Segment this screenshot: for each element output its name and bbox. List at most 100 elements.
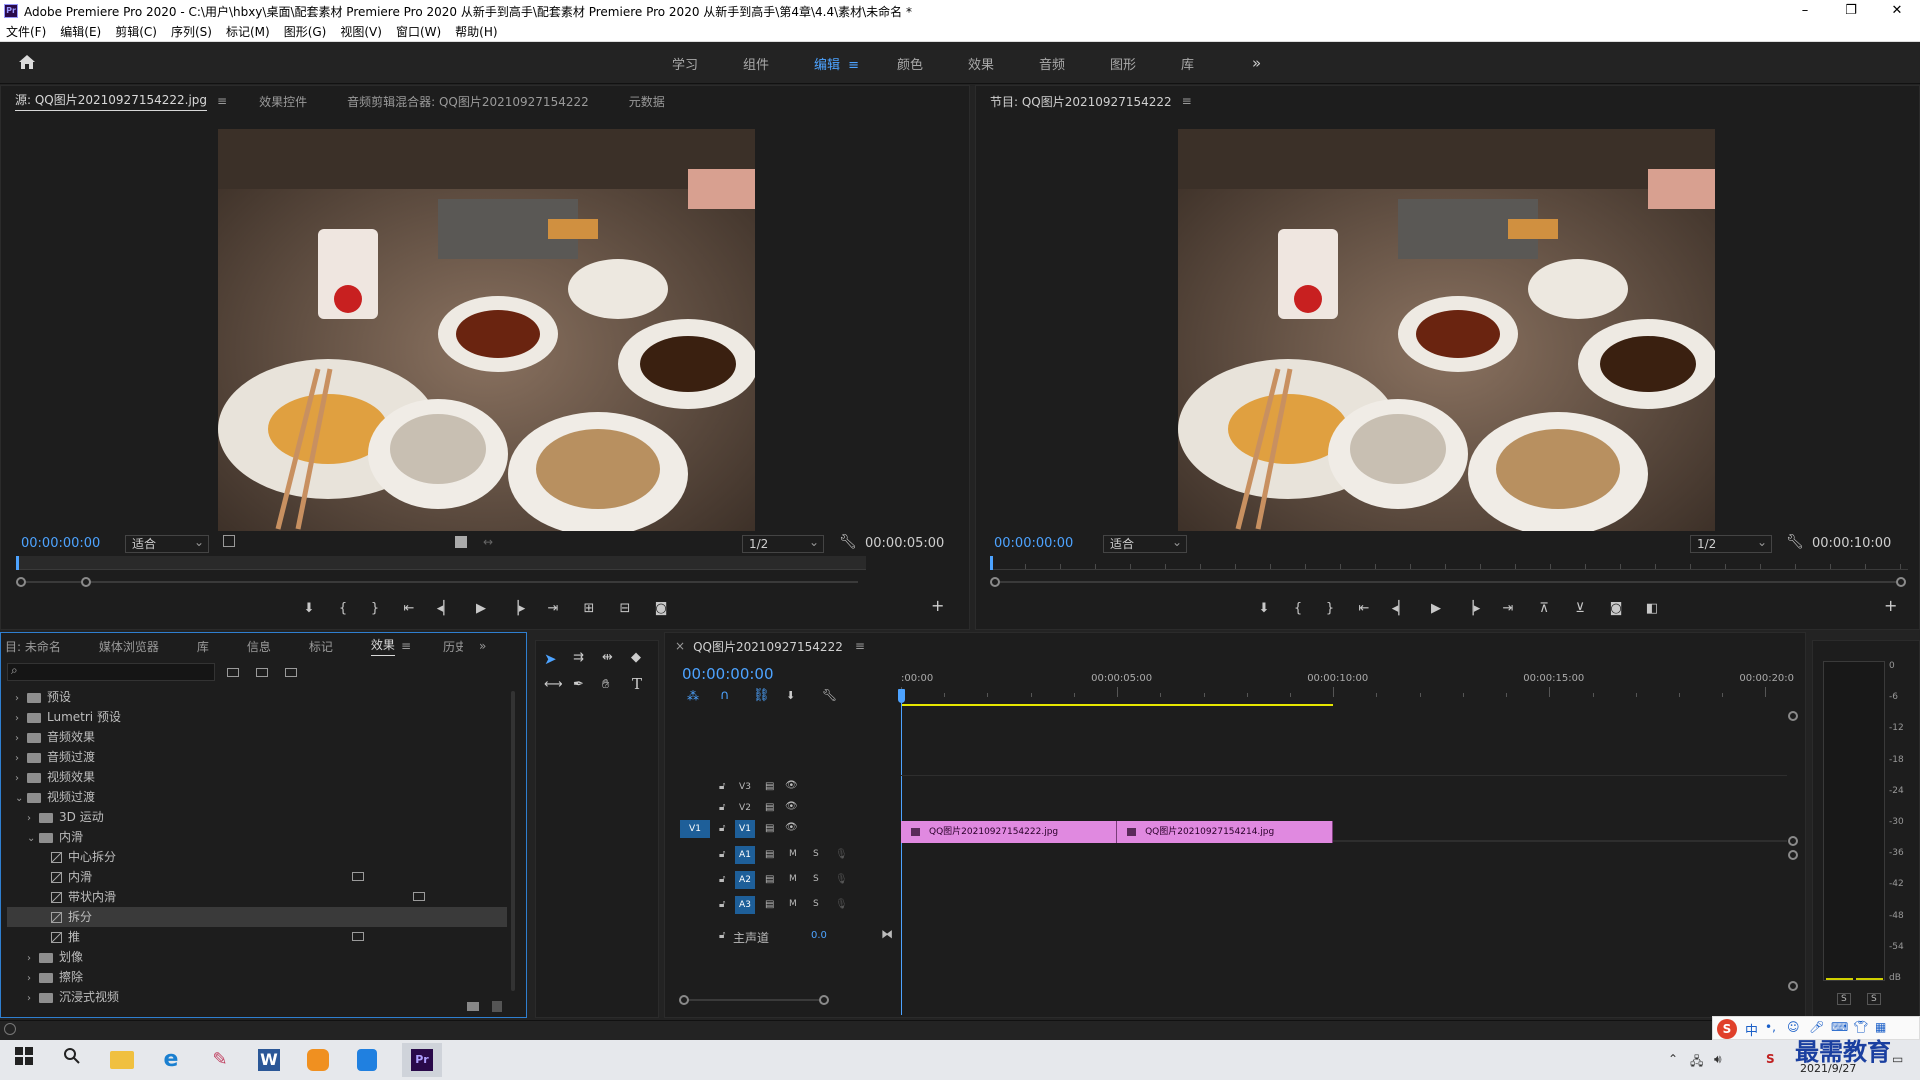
- ripple-edit-tool-icon[interactable]: ⇹: [602, 650, 613, 665]
- source-zoom-scrollbar[interactable]: [16, 577, 866, 587]
- track-lock-icon[interactable]: 🔓︎: [719, 899, 725, 910]
- track-target-a2[interactable]: A2: [735, 871, 755, 889]
- menu-edit[interactable]: 编辑(E): [60, 23, 101, 40]
- mute-button[interactable]: M: [789, 899, 797, 909]
- toggle-output-eye-icon[interactable]: 👁︎: [785, 801, 798, 812]
- track-target-a3[interactable]: A3: [735, 896, 755, 914]
- effects-folder[interactable]: › Lumetri 预设: [7, 707, 507, 727]
- effects-folder[interactable]: ⌄ 内滑: [7, 827, 507, 847]
- program-go-to-out-icon[interactable]: ⇥: [1490, 601, 1526, 616]
- effects-folder[interactable]: › 3D 运动: [7, 807, 507, 827]
- tab-metadata[interactable]: 元数据: [629, 93, 665, 110]
- tray-chevron-icon[interactable]: ⌃: [1668, 1052, 1678, 1066]
- sync-lock-icon[interactable]: ▤: [765, 874, 774, 885]
- word-app-icon[interactable]: W: [255, 1046, 283, 1074]
- source-drag-audio-icon[interactable]: ↔: [483, 535, 493, 549]
- razor-tool-icon[interactable]: ◆: [631, 650, 641, 665]
- add-marker-icon[interactable]: ⬇︎: [291, 601, 327, 616]
- program-zoom-handle-left[interactable]: [990, 577, 1000, 587]
- sogou-ime-icon[interactable]: S: [1717, 1019, 1737, 1039]
- type-tool-icon[interactable]: T: [632, 675, 642, 693]
- source-zoom-handle-left[interactable]: [16, 577, 26, 587]
- track-target-v3[interactable]: V3: [735, 778, 755, 796]
- lift-icon[interactable]: ⊼: [1526, 601, 1562, 616]
- mark-out-icon[interactable]: }: [359, 601, 391, 616]
- toggle-output-eye-icon[interactable]: 👁︎: [785, 780, 798, 791]
- program-playhead-timecode[interactable]: 00:00:00:00: [994, 536, 1073, 551]
- menu-sequence[interactable]: 序列(S): [171, 23, 212, 40]
- tab-history[interactable]: 历史: [443, 638, 463, 655]
- extract-icon[interactable]: ⊻: [1562, 601, 1598, 616]
- program-go-to-in-icon[interactable]: ⇤: [1346, 601, 1382, 616]
- program-zoom-scrollbar[interactable]: [990, 577, 1908, 587]
- voice-over-mic-icon[interactable]: 🎙︎: [835, 849, 848, 860]
- master-go-to-end-icon[interactable]: ⧓: [881, 927, 893, 941]
- program-export-frame-camera-icon[interactable]: ◙: [1598, 601, 1634, 616]
- effects-folder[interactable]: › 擦除: [7, 967, 507, 987]
- tab-project[interactable]: 目: 未命名: [5, 638, 61, 655]
- master-lock-icon[interactable]: 🔓︎: [719, 930, 725, 941]
- insert-icon[interactable]: ⊞: [571, 601, 607, 616]
- mute-button[interactable]: M: [789, 849, 797, 859]
- minimize-button[interactable]: –: [1782, 0, 1828, 22]
- play-icon[interactable]: ▶: [463, 601, 499, 616]
- track-lock-icon[interactable]: 🔓︎: [719, 849, 725, 860]
- source-settings-wrench-icon[interactable]: 🔧︎: [839, 534, 857, 550]
- sync-lock-icon[interactable]: ▤: [765, 849, 774, 860]
- program-playhead[interactable]: [990, 556, 993, 570]
- solo-button[interactable]: S: [813, 849, 819, 859]
- panel-tabs-more-icon[interactable]: »: [479, 639, 486, 653]
- ime-tray-icon[interactable]: S: [1766, 1052, 1775, 1066]
- network-tray-icon[interactable]: 🖧︎: [1690, 1052, 1703, 1073]
- pen-tool-icon[interactable]: ✒︎: [573, 677, 584, 692]
- program-time-ruler[interactable]: [990, 556, 1908, 570]
- track-target-a1[interactable]: A1: [735, 846, 755, 864]
- menu-file[interactable]: 文件(F): [6, 23, 46, 40]
- chevron-right-icon[interactable]: ›: [15, 749, 27, 769]
- menu-window[interactable]: 窗口(W): [396, 23, 441, 40]
- edge-browser-icon[interactable]: e: [157, 1046, 185, 1074]
- track-select-tool-icon[interactable]: ⇉: [573, 650, 584, 665]
- sync-lock-icon[interactable]: ▤: [765, 899, 774, 910]
- effect-item[interactable]: 内滑: [7, 867, 507, 887]
- menu-clip[interactable]: 剪辑(C): [115, 23, 157, 40]
- workspace-tab-graphics[interactable]: 图形: [1110, 54, 1158, 73]
- workspace-more-icon[interactable]: »: [1252, 54, 1300, 72]
- program-settings-wrench-icon[interactable]: 🔧︎: [1786, 534, 1804, 550]
- chevron-right-icon[interactable]: ›: [27, 989, 39, 1007]
- source-zoom-handle-right[interactable]: [81, 577, 91, 587]
- timeline-clip[interactable]: QQ图片20210927154214.jpg: [1117, 821, 1334, 843]
- effects-folder[interactable]: › 预设: [7, 687, 507, 707]
- solo-left-button[interactable]: S: [1837, 993, 1851, 1005]
- effects-search-field[interactable]: ⌕: [7, 663, 215, 681]
- effect-item[interactable]: 拆分: [7, 907, 507, 927]
- solo-button[interactable]: S: [813, 874, 819, 884]
- source-patch-v1[interactable]: V1: [680, 820, 710, 838]
- go-to-in-icon[interactable]: ⇤: [391, 601, 427, 616]
- tab-source[interactable]: 源: QQ图片20210927154222.jpg: [15, 91, 208, 111]
- program-fit-dropdown[interactable]: 适合: [1103, 534, 1187, 553]
- tab-effects[interactable]: 效果: [370, 636, 395, 656]
- menu-graphics[interactable]: 图形(G): [284, 23, 327, 40]
- source-drag-video-icon[interactable]: [455, 536, 467, 548]
- workspace-menu-icon[interactable]: ≡: [848, 58, 859, 73]
- effect-item[interactable]: 带状内滑: [7, 887, 507, 907]
- close-button[interactable]: ✕: [1874, 0, 1920, 22]
- search-taskbar-icon[interactable]: [58, 1046, 86, 1074]
- menu-view[interactable]: 视图(V): [340, 23, 382, 40]
- source-safe-margin-icon[interactable]: [223, 535, 235, 547]
- timeline-vscroll-mid2-knob[interactable]: [1788, 850, 1798, 860]
- effects-tab-menu-icon[interactable]: ≡: [401, 639, 411, 653]
- workspace-tab-audio[interactable]: 音频: [1039, 54, 1087, 73]
- timeline-zoom-scrollbar[interactable]: [679, 995, 829, 1005]
- effects-panel-vscrollbar[interactable]: [511, 691, 515, 991]
- selection-tool-icon[interactable]: ➤: [544, 650, 564, 670]
- ime-punctuation-icon[interactable]: •,: [1765, 1020, 1776, 1034]
- source-button-editor-plus-icon[interactable]: +: [931, 596, 944, 615]
- program-mark-in-icon[interactable]: {: [1282, 601, 1314, 616]
- file-explorer-icon[interactable]: [108, 1046, 136, 1074]
- effects-folder[interactable]: › 沉浸式视频: [7, 987, 507, 1007]
- accelerated-effects-icon[interactable]: [227, 668, 239, 677]
- track-lock-icon[interactable]: 🔓︎: [719, 874, 725, 885]
- overwrite-icon[interactable]: ⊟: [607, 601, 643, 616]
